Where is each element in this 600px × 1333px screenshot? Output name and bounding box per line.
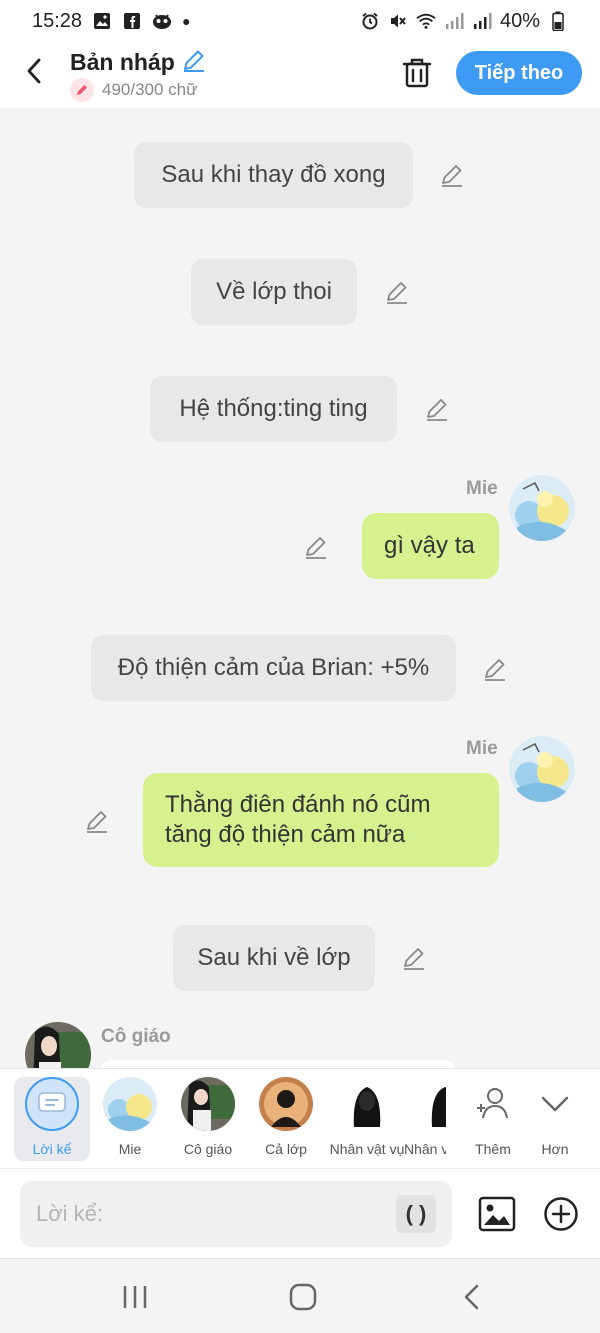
input-bar: ( ) <box>0 1168 600 1258</box>
character-narrator[interactable]: Lời kể <box>14 1077 90 1161</box>
status-bar: 15:28 ● 40% <box>0 0 600 42</box>
chevron-down-icon <box>522 1077 588 1131</box>
character-label: Thêm <box>475 1141 511 1157</box>
mute-icon <box>388 11 408 31</box>
character-label: Mie <box>118 1141 142 1157</box>
message-bubble[interactable]: Thằng điên đánh nó cũm tăng độ thiện cảm… <box>143 773 499 867</box>
plus-circle-icon <box>544 1197 578 1231</box>
edit-pencil-icon[interactable] <box>424 396 450 422</box>
speaker-name: Mie <box>466 738 498 759</box>
edit-pencil-icon[interactable] <box>84 808 110 834</box>
back-chevron-icon <box>464 1284 479 1310</box>
speaker-name: Cô giáo <box>101 1026 171 1047</box>
character-label: Hơn <box>541 1141 569 1157</box>
recent-apps-button[interactable] <box>119 1281 151 1313</box>
avatar <box>181 1077 235 1131</box>
home-icon <box>289 1283 317 1311</box>
wifi-icon <box>416 11 436 31</box>
character-label: Nhân vật vụ <box>329 1141 405 1157</box>
trash-icon <box>402 58 432 88</box>
gallery-icon <box>92 11 112 31</box>
edit-pencil-icon[interactable] <box>303 534 329 560</box>
character-label: Cô giáo <box>183 1141 233 1157</box>
edit-pencil-icon[interactable] <box>482 656 508 682</box>
character-side[interactable]: Nhân vật vụ <box>326 1077 408 1161</box>
narration-input[interactable] <box>20 1181 452 1247</box>
back-arrow-icon <box>27 58 41 84</box>
character-mie[interactable]: Mie <box>92 1077 168 1161</box>
recent-apps-icon <box>123 1286 147 1308</box>
character-label: Cả lớp <box>265 1141 307 1157</box>
character-selector: Lời kể Mie Cô giáo Cả lớp Nhân vật vụ Nh… <box>0 1068 600 1168</box>
narration-bubble[interactable]: Về lớp thoi <box>191 259 357 325</box>
avatar[interactable] <box>509 475 575 541</box>
character-class[interactable]: Cả lớp <box>248 1077 324 1161</box>
word-count-icon <box>70 78 94 102</box>
rename-title-button[interactable] <box>181 47 207 78</box>
signal-icon-2 <box>472 11 492 31</box>
alarm-icon <box>360 11 380 31</box>
avatar[interactable] <box>509 736 575 802</box>
narration-bubble[interactable]: Sau khi thay đồ xong <box>134 142 413 208</box>
message-text-line-1: Thằng điên đánh nó cũm <box>165 791 431 818</box>
system-back-button[interactable] <box>456 1281 488 1313</box>
avatar[interactable] <box>25 1022 91 1068</box>
character-more[interactable]: Nhân v <box>404 1077 446 1161</box>
edit-pencil-icon[interactable] <box>439 162 465 188</box>
delete-button[interactable] <box>400 56 434 90</box>
more-notifications-dot-icon: ● <box>182 13 191 29</box>
add-character-button[interactable]: Thêm <box>460 1077 526 1161</box>
edit-pencil-icon[interactable] <box>401 945 427 971</box>
home-button[interactable] <box>287 1281 319 1313</box>
avatar <box>259 1077 313 1131</box>
battery-icon <box>548 11 568 31</box>
more-button[interactable]: Hơn <box>522 1077 588 1161</box>
avatar <box>418 1077 446 1131</box>
speaker-name: Mie <box>466 478 498 499</box>
avatar <box>103 1077 157 1131</box>
narration-bubble[interactable]: Độ thiện cảm của Brian: +5% <box>91 635 456 701</box>
insert-image-button[interactable] <box>478 1195 516 1233</box>
avatar <box>340 1077 394 1131</box>
pencil-icon <box>183 50 204 72</box>
narration-icon <box>25 1077 79 1131</box>
image-icon <box>478 1196 516 1232</box>
edit-pencil-icon[interactable] <box>384 279 410 305</box>
character-label: Nhân v <box>404 1141 446 1157</box>
back-button[interactable] <box>20 56 50 86</box>
message-text: gì vậy ta <box>384 532 475 559</box>
message-bubble[interactable] <box>100 1060 456 1068</box>
app-header: Bản nháp 490/300 chữ Tiếp theo <box>0 42 600 108</box>
word-count: 490/300 chữ <box>102 80 198 99</box>
character-label: Lời kể <box>32 1141 72 1157</box>
app-notification-icon <box>152 11 172 31</box>
narration-bubble[interactable]: Hệ thống:ting ting <box>150 376 397 442</box>
next-button[interactable]: Tiếp theo <box>456 51 582 95</box>
character-teacher[interactable]: Cô giáo <box>170 1077 246 1161</box>
add-button[interactable] <box>543 1196 579 1232</box>
message-text-line-2: tăng độ thiện cảm nữa <box>165 821 406 848</box>
narration-bubble[interactable]: Sau khi về lớp <box>173 925 375 991</box>
status-time: 15:28 <box>32 9 83 32</box>
page-title: Bản nháp <box>70 49 175 75</box>
parenthesis-button[interactable]: ( ) <box>396 1195 436 1233</box>
facebook-icon <box>122 11 142 31</box>
add-person-icon <box>460 1077 526 1131</box>
system-nav-bar <box>0 1258 600 1333</box>
battery-percent: 40% <box>499 9 540 32</box>
message-bubble[interactable]: gì vậy ta <box>362 513 499 579</box>
signal-icon <box>444 11 464 31</box>
chat-area[interactable]: Sau khi thay đồ xong Về lớp thoi Hệ thốn… <box>0 108 600 1068</box>
